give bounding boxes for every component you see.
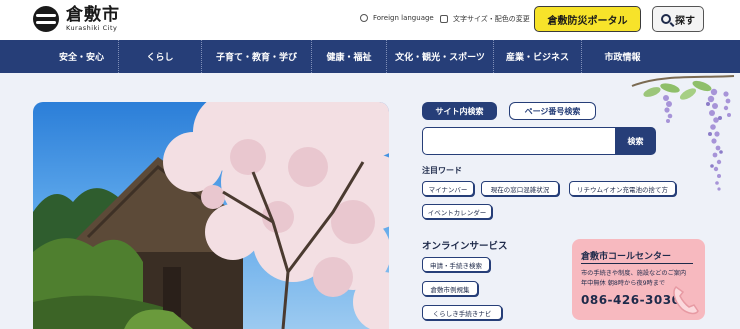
global-nav: 安全・安心 くらし 子育て・教育・学び 健康・福祉 文化・観光・スポーツ 産業・… <box>0 40 740 73</box>
keyword-chip-mynumber[interactable]: マイナンバー <box>422 181 474 196</box>
hero-photo <box>33 102 389 329</box>
call-center-phone[interactable]: 086-426-3030 <box>581 293 680 307</box>
online-service-application-search[interactable]: 申請・手続き検索 <box>422 257 490 272</box>
header-search-label: 探す <box>675 15 695 27</box>
keyword-chip-battery-disposal[interactable]: リチウムイオン充電池の捨て方 <box>569 181 676 196</box>
tab-site-search[interactable]: サイト内検索 <box>422 102 497 120</box>
online-service-procedure-navi[interactable]: くらしき手続きナビ <box>422 305 502 320</box>
site-logo[interactable]: 倉敷市 Kurashiki City <box>33 6 120 32</box>
call-center-divider <box>581 263 693 264</box>
nav-item-childcare-education[interactable]: 子育て・教育・学び <box>201 40 311 73</box>
nav-item-living[interactable]: くらし <box>118 40 201 73</box>
online-services-heading: オンラインサービス <box>422 241 508 252</box>
phone-icon <box>673 286 699 315</box>
search-submit-button[interactable]: 検索 <box>615 127 656 155</box>
foreign-language-link[interactable]: Foreign language <box>360 14 434 22</box>
globe-icon <box>360 14 368 22</box>
online-service-city-regulations[interactable]: 倉敷市例規集 <box>422 281 478 296</box>
keyword-chip-event-calendar[interactable]: イベントカレンダー <box>422 204 492 219</box>
call-center-desc-line1: 市の手続きや制度、施設などのご案内 <box>581 270 687 277</box>
foreign-language-label: Foreign language <box>373 14 434 22</box>
call-center-panel[interactable]: 倉敷市コールセンター 市の手続きや制度、施設などのご案内 年中無休 朝8時から夜… <box>572 239 705 320</box>
nav-item-industry-business[interactable]: 産業・ビジネス <box>493 40 581 73</box>
search-icon <box>661 14 671 24</box>
nav-item-city-government[interactable]: 市政情報 <box>581 40 663 73</box>
logo-subtitle: Kurashiki City <box>66 24 118 32</box>
keyword-chip-counter-congestion[interactable]: 現在の窓口混雑状況 <box>481 181 559 196</box>
logo-title: 倉敷市 <box>66 5 120 25</box>
nav-item-safety[interactable]: 安全・安心 <box>45 40 118 73</box>
text-settings-icon <box>440 15 448 23</box>
text-size-color-link[interactable]: 文字サイズ・配色の変更 <box>440 14 530 24</box>
disaster-portal-button[interactable]: 倉敷防災ポータル <box>534 6 641 32</box>
featured-keywords-heading: 注目ワード <box>422 166 462 175</box>
nav-item-health-welfare[interactable]: 健康・福祉 <box>311 40 386 73</box>
city-emblem-icon <box>33 6 59 32</box>
tab-page-number-search[interactable]: ページ番号検索 <box>509 102 596 120</box>
site-search-input[interactable] <box>422 127 616 155</box>
nav-item-culture-tourism[interactable]: 文化・観光・スポーツ <box>386 40 493 73</box>
call-center-title: 倉敷市コールセンター <box>581 252 672 262</box>
header-search-button[interactable]: 探す <box>652 6 704 32</box>
site-header: 倉敷市 Kurashiki City Foreign language 文字サイ… <box>0 0 740 40</box>
text-size-color-label: 文字サイズ・配色の変更 <box>453 15 530 23</box>
